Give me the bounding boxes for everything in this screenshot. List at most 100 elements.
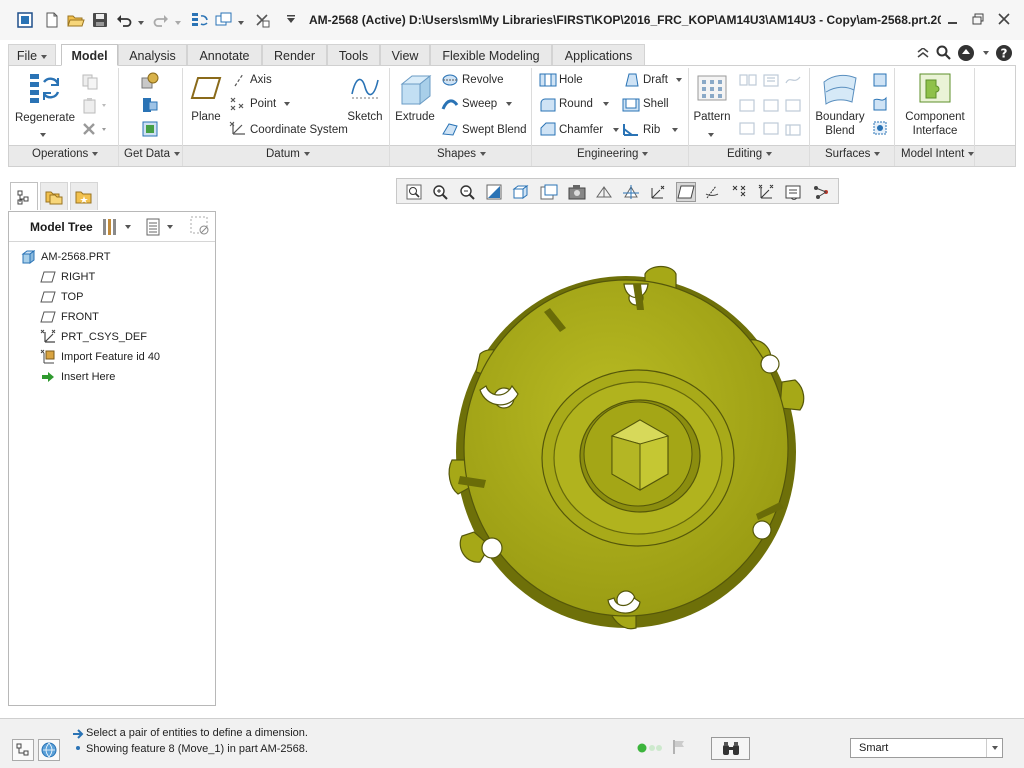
find-button[interactable] bbox=[711, 737, 750, 760]
group-datum[interactable]: Datum bbox=[266, 148, 310, 160]
fill-icon[interactable] bbox=[872, 72, 888, 88]
regenerate-dropdown-icon[interactable] bbox=[40, 127, 46, 141]
redo-icon[interactable] bbox=[151, 10, 171, 30]
tree-item-top[interactable]: TOP bbox=[40, 288, 83, 306]
browser-toggle-icon[interactable] bbox=[38, 739, 60, 761]
plane-display-icon[interactable] bbox=[703, 182, 723, 202]
search-icon[interactable] bbox=[934, 44, 952, 62]
pattern-dropdown-icon[interactable] bbox=[708, 127, 714, 141]
refit-icon[interactable] bbox=[404, 182, 424, 202]
selection-filter-select[interactable]: Smart bbox=[850, 738, 1003, 758]
chamfer-label[interactable]: Chamfer bbox=[559, 124, 620, 136]
model-tree-tab[interactable] bbox=[10, 182, 38, 210]
rib-icon[interactable] bbox=[622, 121, 640, 137]
open-icon[interactable] bbox=[66, 10, 86, 30]
component-interface-icon[interactable] bbox=[918, 72, 952, 104]
navigator-toggle-icon[interactable] bbox=[12, 739, 34, 761]
group-engineering[interactable]: Engineering bbox=[577, 148, 649, 160]
datum-display-icon[interactable] bbox=[648, 182, 668, 202]
close-window-icon[interactable] bbox=[252, 10, 272, 30]
customize-toolbar-icon[interactable] bbox=[281, 10, 301, 30]
extrude-label[interactable]: Extrude bbox=[394, 111, 436, 123]
delete-icon[interactable] bbox=[82, 122, 108, 138]
sweep-icon[interactable] bbox=[441, 97, 459, 113]
coordinate-system-icon[interactable] bbox=[229, 120, 247, 138]
freestyle-icon[interactable] bbox=[872, 120, 888, 136]
draft-icon[interactable] bbox=[622, 72, 640, 88]
chamfer-icon[interactable] bbox=[539, 121, 557, 137]
folder-browser-tab[interactable] bbox=[40, 182, 68, 210]
boundary-blend-label-1[interactable]: Boundary bbox=[812, 111, 868, 123]
favorites-tab[interactable] bbox=[70, 182, 98, 210]
group-editing[interactable]: Editing bbox=[727, 148, 773, 160]
sketch-label[interactable]: Sketch bbox=[344, 111, 386, 123]
hole-label[interactable]: Hole bbox=[559, 74, 583, 86]
pattern-icon[interactable] bbox=[696, 72, 728, 104]
tree-item-insert-here[interactable]: Insert Here bbox=[40, 368, 115, 386]
component-interface-label-1[interactable]: Component bbox=[900, 111, 970, 123]
tab-file[interactable]: File bbox=[8, 44, 56, 66]
round-label[interactable]: Round bbox=[559, 98, 609, 110]
mirror-icon[interactable] bbox=[738, 73, 802, 139]
tree-root-row[interactable]: AM-2568.PRT bbox=[20, 248, 111, 266]
tab-view[interactable]: View bbox=[380, 44, 430, 66]
rib-label[interactable]: Rib bbox=[643, 124, 679, 136]
regenerate-large-icon[interactable] bbox=[28, 72, 62, 106]
tab-applications[interactable]: Applications bbox=[552, 44, 645, 66]
copy-icon[interactable] bbox=[82, 74, 98, 90]
minimize-ribbon-icon[interactable] bbox=[914, 44, 932, 62]
chevron-down-icon[interactable] bbox=[986, 739, 1002, 757]
regen-status-icon[interactable] bbox=[637, 743, 663, 753]
boundary-blend-label-2[interactable]: Blend bbox=[812, 125, 868, 137]
display-style-icon[interactable] bbox=[567, 182, 587, 202]
tab-analysis[interactable]: Analysis bbox=[118, 44, 187, 66]
tree-item-right[interactable]: RIGHT bbox=[40, 268, 95, 286]
undo-dropdown-icon[interactable] bbox=[138, 15, 146, 25]
perspective-icon[interactable] bbox=[594, 182, 614, 202]
axis-display-icon[interactable] bbox=[730, 182, 750, 202]
flag-icon[interactable] bbox=[672, 739, 686, 755]
paste-icon[interactable] bbox=[82, 98, 108, 114]
annotation-display-icon[interactable] bbox=[676, 182, 696, 202]
tree-filters-icon[interactable] bbox=[145, 218, 185, 236]
swept-blend-icon[interactable] bbox=[441, 121, 459, 137]
tab-flexible-modeling[interactable]: Flexible Modeling bbox=[430, 44, 552, 66]
revolve-icon[interactable] bbox=[441, 72, 459, 88]
point-label[interactable]: Point bbox=[250, 98, 291, 110]
extrude-icon[interactable] bbox=[398, 72, 432, 106]
tree-columns-icon[interactable] bbox=[190, 216, 212, 238]
style-icon[interactable] bbox=[872, 96, 888, 112]
group-surfaces[interactable]: Surfaces bbox=[825, 148, 881, 160]
save-icon[interactable] bbox=[90, 10, 110, 30]
revolve-label[interactable]: Revolve bbox=[462, 74, 504, 86]
group-operations[interactable]: Operations bbox=[32, 148, 99, 160]
windows-icon[interactable] bbox=[214, 10, 234, 30]
group-shapes[interactable]: Shapes bbox=[437, 148, 487, 160]
user-defined-feature-icon[interactable] bbox=[141, 72, 159, 90]
repaint-icon[interactable] bbox=[484, 182, 504, 202]
axis-icon[interactable] bbox=[231, 72, 247, 88]
pattern-label[interactable]: Pattern bbox=[690, 111, 734, 123]
tab-tools[interactable]: Tools bbox=[327, 44, 380, 66]
app-icon[interactable] bbox=[15, 10, 35, 30]
sketch-display-icon[interactable] bbox=[811, 182, 831, 202]
tree-settings-icon[interactable] bbox=[101, 217, 135, 237]
community-icon[interactable] bbox=[957, 44, 975, 62]
zoom-out-icon[interactable] bbox=[457, 182, 477, 202]
sweep-label[interactable]: Sweep bbox=[462, 98, 513, 110]
windows-dropdown-icon[interactable] bbox=[238, 15, 246, 25]
group-model-intent[interactable]: Model Intent bbox=[901, 148, 975, 160]
tree-item-csys[interactable]: PRT_CSYS_DEF bbox=[40, 328, 147, 346]
spin-center-icon[interactable] bbox=[621, 182, 641, 202]
group-get-data[interactable]: Get Data bbox=[124, 148, 181, 160]
tree-item-import-feature[interactable]: Import Feature id 40 bbox=[40, 348, 160, 366]
redo-dropdown-icon[interactable] bbox=[175, 15, 183, 25]
saved-orientations-icon[interactable] bbox=[511, 182, 531, 202]
boundary-blend-icon[interactable] bbox=[822, 72, 858, 106]
regenerate-icon[interactable] bbox=[190, 10, 210, 30]
tab-model[interactable]: Model bbox=[61, 44, 118, 66]
tree-item-front[interactable]: FRONT bbox=[40, 308, 99, 326]
axis-label[interactable]: Axis bbox=[250, 74, 272, 86]
hole-icon[interactable] bbox=[539, 72, 557, 88]
plane-label[interactable]: Plane bbox=[186, 111, 226, 123]
